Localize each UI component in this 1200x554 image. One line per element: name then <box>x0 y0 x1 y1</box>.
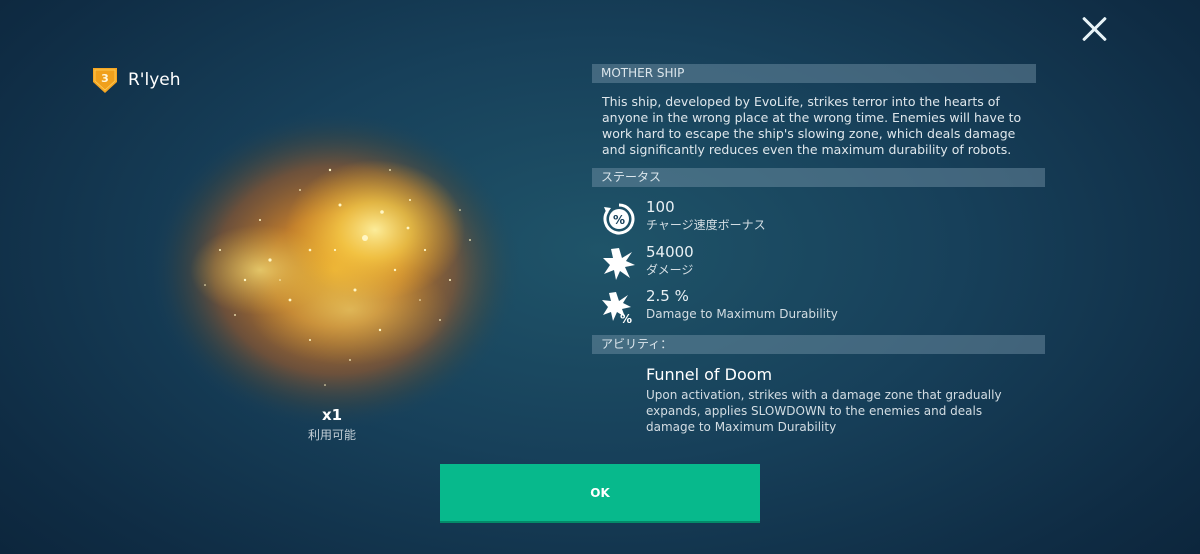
stat-value: 100 <box>646 198 675 216</box>
stat-label: Damage to Maximum Durability <box>646 307 838 321</box>
stat-value: 54000 <box>646 243 694 261</box>
ship-glow-image <box>150 110 520 430</box>
durability-damage-percent-icon: % <box>602 292 632 325</box>
stat-label: チャージ速度ボーナス <box>646 218 766 232</box>
status-header: ステータス <box>592 168 1045 187</box>
ok-button[interactable]: OK <box>440 464 760 521</box>
details-panel: MOTHER SHIP This ship, developed by EvoL… <box>592 64 1045 434</box>
stat-label: ダメージ <box>646 263 694 277</box>
stat-row: 54000 ダメージ <box>602 243 1032 283</box>
ship-count: x1 <box>321 406 343 424</box>
availability-label: 利用可能 <box>307 428 356 442</box>
stat-row: % 100 チャージ速度ボーナス <box>602 198 1032 238</box>
charge-speed-percent-icon: % <box>603 203 635 235</box>
type-header: MOTHER SHIP <box>592 64 1036 83</box>
ability-name: Funnel of Doom <box>646 365 773 384</box>
damage-burst-icon <box>603 248 635 280</box>
level-badge: 3 <box>92 66 118 94</box>
abilities-header: アビリティ： <box>592 335 1045 354</box>
svg-text:%: % <box>620 312 632 325</box>
ship-name: R'lyeh <box>128 70 181 90</box>
close-icon[interactable] <box>1080 14 1110 44</box>
svg-text:%: % <box>613 213 625 227</box>
ship-count-block: x1 利用可能 <box>282 406 382 444</box>
ship-header: 3 R'lyeh <box>92 66 181 94</box>
ship-description: This ship, developed by EvoLife, strikes… <box>602 94 1022 157</box>
ability-description: Upon activation, strikes with a damage z… <box>646 388 1002 434</box>
stat-value: 2.5 % <box>646 287 689 305</box>
level-number: 3 <box>101 72 109 85</box>
stat-row: % 2.5 % Damage to Maximum Durability <box>602 287 1032 327</box>
